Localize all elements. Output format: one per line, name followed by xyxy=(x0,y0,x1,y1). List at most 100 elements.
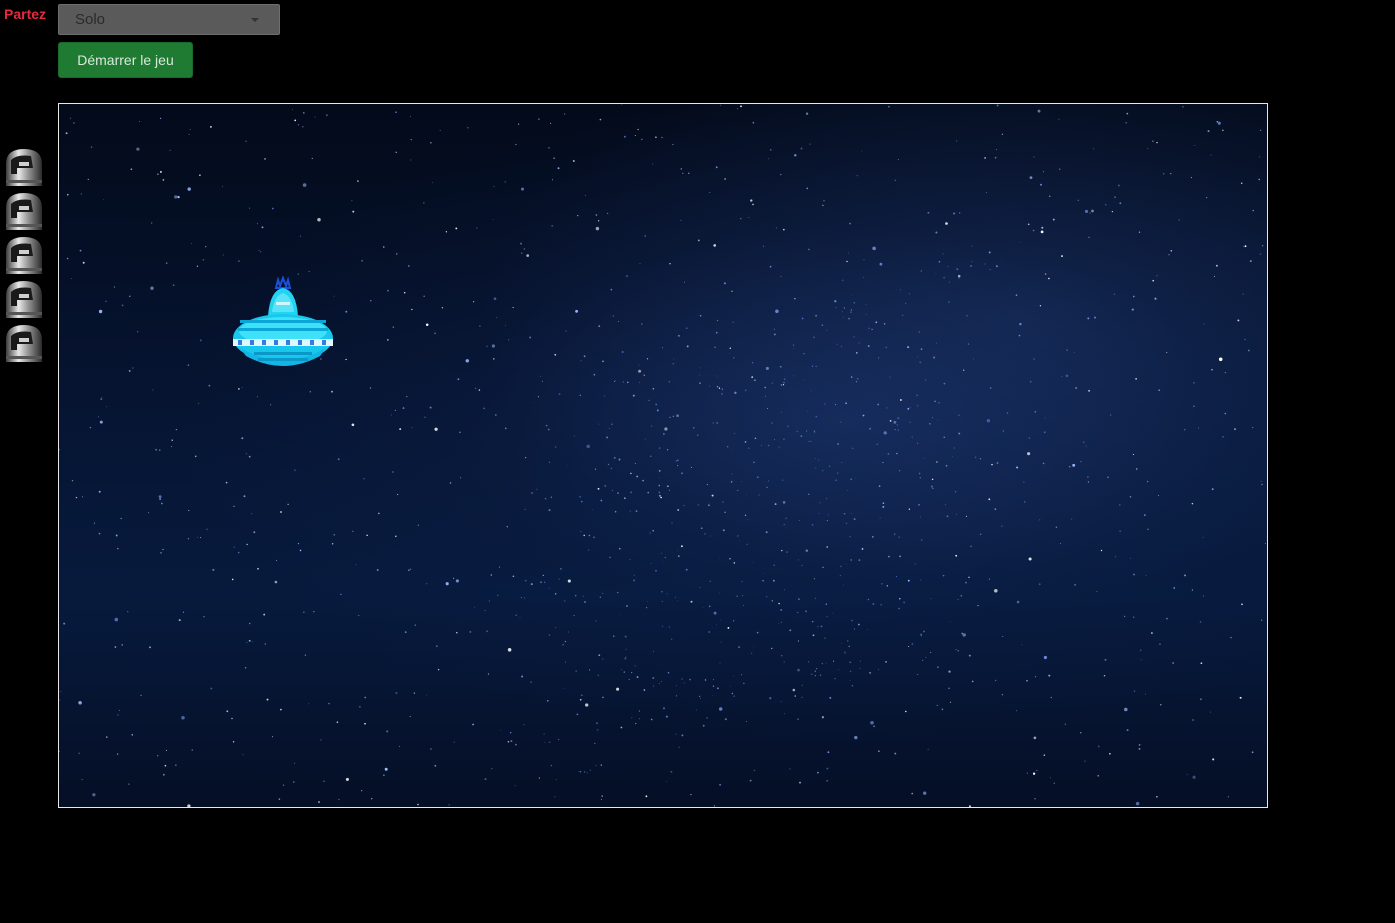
star xyxy=(1033,358,1035,360)
star xyxy=(1261,245,1264,247)
star xyxy=(648,399,650,402)
star xyxy=(714,346,716,349)
star xyxy=(376,569,379,571)
star xyxy=(453,577,455,579)
star xyxy=(1091,209,1094,213)
star xyxy=(237,260,240,263)
star xyxy=(423,295,425,297)
star xyxy=(233,505,235,507)
game-canvas[interactable] xyxy=(58,103,1268,808)
star xyxy=(206,528,208,530)
star xyxy=(1156,275,1158,277)
start-game-button[interactable]: Démarrer le jeu xyxy=(58,42,193,78)
star xyxy=(1264,543,1266,544)
star xyxy=(852,447,854,449)
star xyxy=(1028,557,1032,561)
star xyxy=(744,441,747,443)
star xyxy=(638,710,640,712)
mode-select[interactable]: Solo xyxy=(58,4,280,35)
star xyxy=(848,645,850,648)
star xyxy=(742,595,744,597)
star xyxy=(873,725,875,728)
star xyxy=(1132,616,1135,618)
star xyxy=(425,323,429,326)
star xyxy=(1087,317,1090,320)
star xyxy=(1135,468,1138,470)
star xyxy=(628,678,630,681)
star xyxy=(162,179,165,181)
star xyxy=(1015,294,1018,296)
star xyxy=(843,307,845,309)
star xyxy=(630,472,632,475)
star xyxy=(826,780,828,782)
star xyxy=(951,456,953,457)
star xyxy=(925,657,927,658)
star xyxy=(512,306,514,309)
star xyxy=(548,587,550,589)
star xyxy=(1192,775,1196,779)
star xyxy=(778,446,780,448)
star xyxy=(1043,431,1046,434)
star xyxy=(519,616,521,618)
star xyxy=(708,385,711,387)
star xyxy=(908,508,911,510)
star xyxy=(626,605,628,607)
star xyxy=(583,534,585,537)
star xyxy=(712,626,714,628)
star xyxy=(1053,782,1056,785)
star xyxy=(634,463,636,464)
star xyxy=(1194,145,1196,146)
star xyxy=(198,402,200,404)
star xyxy=(845,402,847,404)
star xyxy=(935,273,937,274)
game-title: Partez xyxy=(4,6,47,22)
star xyxy=(672,143,674,145)
star xyxy=(826,546,829,548)
star xyxy=(552,179,554,181)
star xyxy=(658,683,660,685)
star xyxy=(524,597,526,599)
star xyxy=(258,249,260,251)
star xyxy=(817,771,819,774)
star xyxy=(780,173,782,176)
star xyxy=(1183,428,1186,431)
star xyxy=(583,355,586,358)
star xyxy=(709,191,711,194)
star xyxy=(1105,204,1107,206)
star xyxy=(716,386,719,388)
star xyxy=(909,293,911,295)
star xyxy=(455,227,458,230)
star xyxy=(278,798,281,800)
star xyxy=(472,723,474,726)
star xyxy=(844,651,846,654)
star xyxy=(716,319,719,322)
star xyxy=(638,364,640,366)
star xyxy=(680,545,683,548)
star xyxy=(160,551,162,554)
star xyxy=(1107,476,1109,479)
star xyxy=(1089,212,1091,214)
star xyxy=(935,231,938,234)
star xyxy=(1131,308,1134,311)
star xyxy=(414,624,417,626)
star xyxy=(364,722,366,725)
star xyxy=(683,281,686,283)
star xyxy=(882,505,885,508)
star xyxy=(753,461,755,464)
star xyxy=(531,492,533,494)
star xyxy=(98,490,101,493)
star xyxy=(494,414,497,416)
star xyxy=(663,559,665,561)
star xyxy=(596,729,599,731)
star xyxy=(1050,696,1052,699)
star xyxy=(432,182,433,184)
star xyxy=(493,297,497,300)
star xyxy=(225,481,228,484)
star xyxy=(299,549,302,552)
star xyxy=(709,535,712,537)
star xyxy=(835,404,837,406)
star xyxy=(1202,595,1204,597)
star xyxy=(841,461,843,463)
star xyxy=(500,729,501,731)
star xyxy=(782,228,785,231)
